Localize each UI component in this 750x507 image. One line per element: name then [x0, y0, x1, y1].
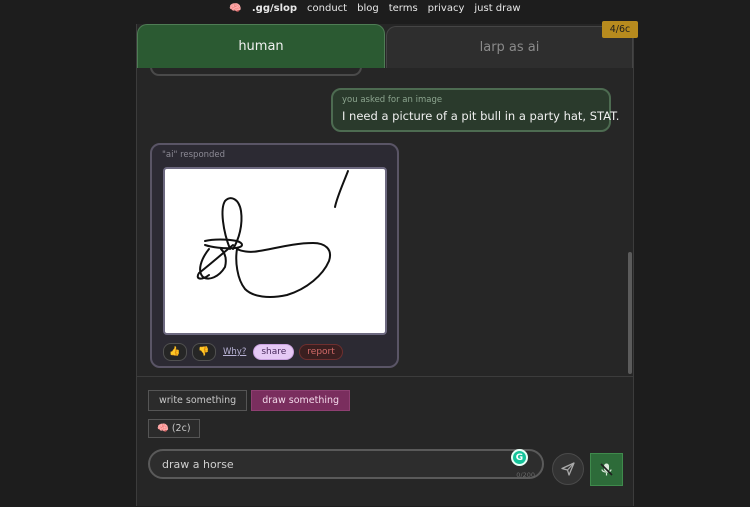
mode-selector: write something draw something [148, 390, 351, 411]
prompt-input[interactable] [160, 457, 504, 472]
cost-badge: 4/6c [602, 21, 638, 38]
char-count: 0/200 [516, 471, 535, 479]
prompt-field[interactable]: 0/200 [148, 449, 544, 479]
write-something-button[interactable]: write something [148, 390, 248, 411]
ai-drawing-image [196, 170, 349, 298]
site-logo-link[interactable]: .gg/slop [252, 3, 297, 14]
share-button[interactable]: share [253, 344, 295, 360]
ai-response-bubble: "ai" responded 👍 👎 Why? share report [150, 143, 399, 368]
chat-scrollbar-thumb[interactable] [628, 252, 632, 374]
user-message-text: I need a picture of a pit bull in a part… [342, 109, 620, 123]
tab-larp-as-ai[interactable]: larp as ai [386, 26, 633, 68]
send-icon [561, 462, 575, 476]
nav-link-blog[interactable]: blog [357, 3, 379, 14]
user-message-hint: you asked for an image [342, 95, 443, 105]
top-nav: 🧠 .gg/slop conduct blog terms privacy ju… [0, 0, 750, 16]
thumbs-down-button[interactable]: 👎 [192, 343, 216, 361]
voice-button[interactable] [590, 453, 623, 486]
draw-something-button[interactable]: draw something [251, 390, 351, 411]
nav-link-terms[interactable]: terms [389, 3, 418, 14]
nav-link-privacy[interactable]: privacy [428, 3, 465, 14]
nav-link-just-draw[interactable]: just draw [474, 3, 520, 14]
microphone-muted-icon [600, 463, 613, 476]
composer: write something draw something 🧠 (2c) 0/… [137, 376, 633, 507]
user-message-bubble: you asked for an image I need a picture … [331, 88, 620, 132]
response-actions: 👍 👎 Why? share report [163, 343, 343, 361]
send-button[interactable] [552, 453, 584, 485]
nav-link-conduct[interactable]: conduct [307, 3, 347, 14]
tab-human[interactable]: human [137, 24, 385, 68]
brain-icon[interactable]: 🧠 [229, 3, 241, 14]
chat-history: you asked for an image I need a picture … [137, 68, 633, 376]
grammarly-icon[interactable]: G [511, 449, 528, 466]
ai-response-hint: "ai" responded [162, 150, 226, 160]
previous-message-bubble [150, 68, 362, 76]
why-link[interactable]: Why? [223, 347, 246, 357]
think-button[interactable]: 🧠 (2c) [148, 419, 200, 438]
chat-panel: human larp as ai you asked for an image … [136, 24, 634, 506]
thumbs-up-button[interactable]: 👍 [163, 343, 187, 361]
ai-drawing-canvas [163, 167, 387, 335]
report-button[interactable]: report [299, 344, 343, 360]
